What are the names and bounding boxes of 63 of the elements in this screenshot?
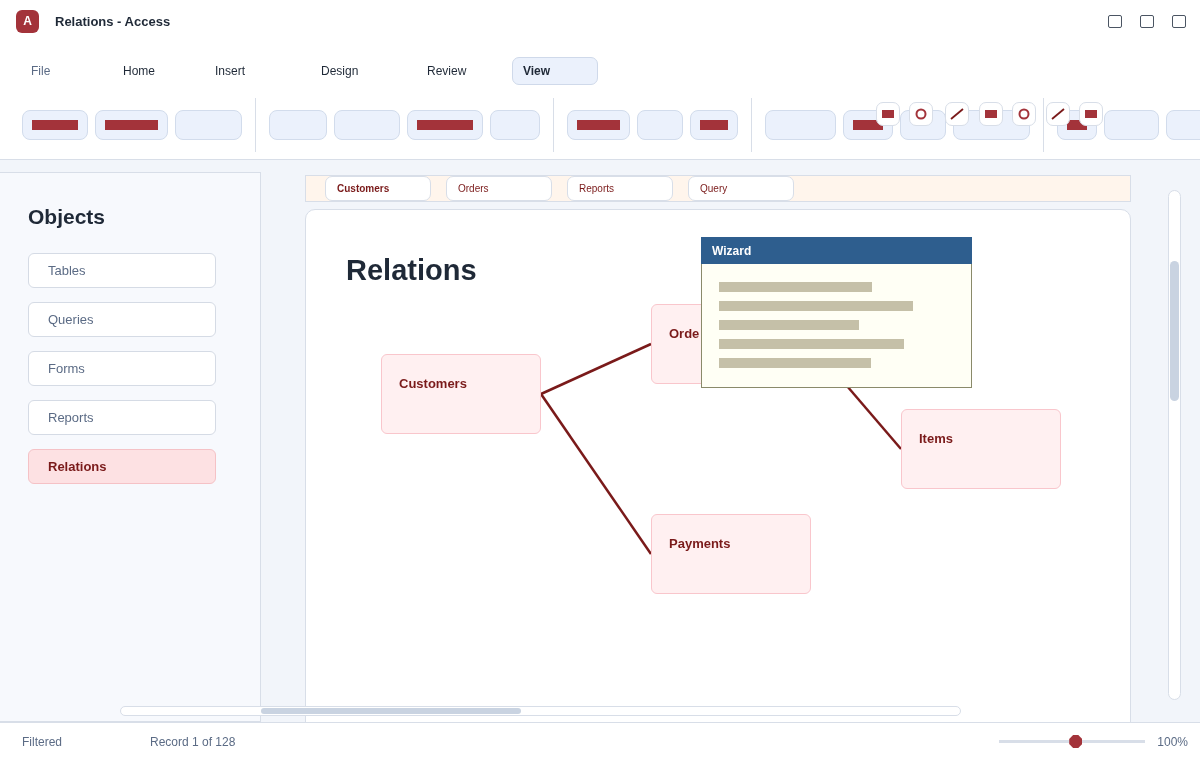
tool-button[interactable] [1046,102,1070,126]
circle-icon [1018,108,1030,120]
document-tab[interactable]: Reports [567,176,673,201]
page-title: Relations [346,254,477,287]
sidebar-item[interactable]: Tables [28,253,216,288]
rectangle-icon [882,110,894,118]
tool-button[interactable] [945,102,969,126]
bar-icon [32,119,78,130]
bar-icon [417,119,473,130]
record-count: Record 1 of 128 [150,734,236,749]
zoom-level: 100% [1157,734,1188,749]
circle-icon [915,108,927,120]
tool-button[interactable] [1079,102,1103,126]
rectangle-icon [985,110,997,118]
toolbar-button[interactable] [407,109,483,140]
table-name: Items [919,431,953,446]
sidebar-item[interactable]: Reports [28,400,216,435]
sidebar-item[interactable]: Queries [28,302,216,337]
app-logo: A [16,9,39,33]
slider-thumb[interactable] [1069,735,1083,748]
file-menu[interactable]: File [20,57,112,85]
line-icon [950,108,964,120]
toolbar-button[interactable] [690,109,738,140]
table-name: Payments [669,536,731,551]
table-node[interactable]: Payments [651,514,811,594]
sidebar-item[interactable]: Relations [28,449,216,484]
toolbar-button[interactable] [95,109,168,140]
minimize-button[interactable] [1108,14,1122,28]
close-button[interactable] [1172,14,1186,28]
table-node[interactable]: Items [901,409,1061,489]
tool-button[interactable] [909,102,933,126]
maximize-button[interactable] [1140,14,1154,28]
dialog-title: Wizard [701,237,972,264]
table-node[interactable]: Customers [381,354,541,434]
window-title: Relations - Access [55,13,172,29]
bar-icon [577,119,620,130]
horizontal-scrollbar[interactable] [120,706,961,716]
scroll-thumb[interactable] [261,708,521,714]
ribbon-tab[interactable]: View [512,57,598,85]
filter-status: Filtered [22,734,63,749]
vertical-scrollbar[interactable] [1168,190,1181,700]
table-name: Orde [669,326,700,341]
scroll-thumb[interactable] [1170,261,1179,401]
document-tab[interactable]: Customers [325,176,431,201]
ribbon-tab[interactable]: Home [112,57,204,85]
ribbon-tab[interactable]: Review [416,57,512,85]
table-name: Customers [399,376,467,391]
tool-button[interactable] [876,102,900,126]
document-tab[interactable]: Orders [446,176,552,201]
document-tab[interactable]: Query [688,176,794,201]
sidebar-item[interactable]: Forms [28,351,216,386]
rectangle-icon [1085,110,1097,118]
bar-icon [700,119,728,130]
sidebar-title: Objects [28,205,107,229]
tool-button[interactable] [1012,102,1036,126]
ribbon-tab[interactable]: Design [310,57,416,85]
toolbar-button[interactable] [22,109,88,140]
toolbar-button[interactable] [567,109,630,140]
bar-icon [853,119,883,130]
line-icon [1051,108,1065,120]
bar-icon [105,119,158,130]
ribbon-tab[interactable]: Insert [204,57,310,85]
tool-button[interactable] [979,102,1003,126]
